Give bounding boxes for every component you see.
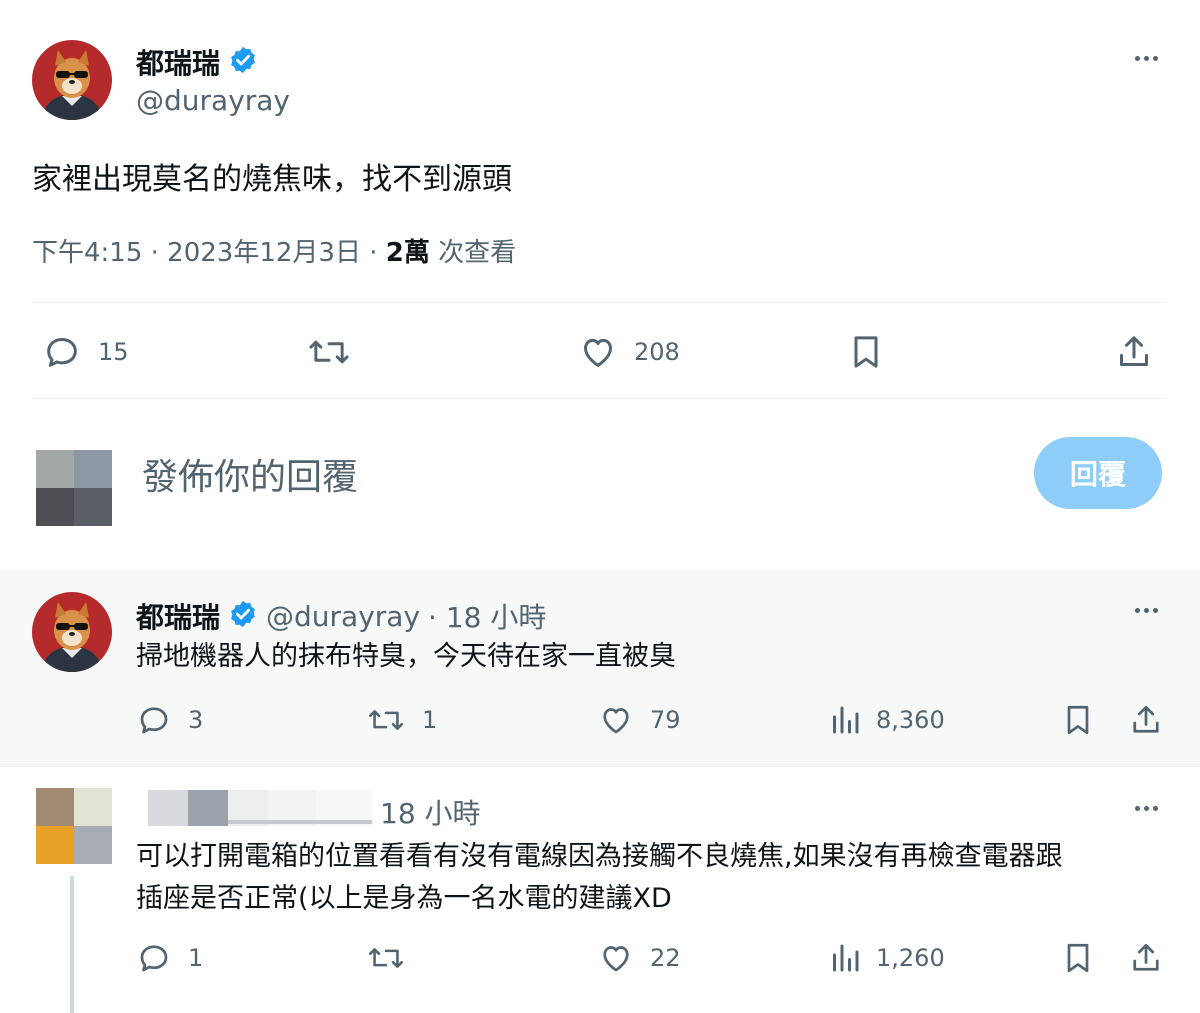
- reply-submit-button[interactable]: 回覆: [1034, 437, 1162, 509]
- reply-icon: [136, 940, 172, 976]
- like-count: 208: [634, 338, 680, 366]
- reply-text: 掃地機器人的抹布特臭，今天待在家一直被臭: [136, 641, 676, 672]
- author-name[interactable]: 都瑞瑞: [136, 42, 220, 82]
- retweet-button[interactable]: [306, 332, 352, 372]
- divider: [32, 302, 1166, 303]
- share-button[interactable]: [1128, 702, 1164, 738]
- author-name[interactable]: 都瑞瑞: [136, 596, 220, 636]
- views-button[interactable]: 8,360: [830, 702, 945, 738]
- reply-icon: [136, 702, 172, 738]
- reply-button[interactable]: 15: [42, 332, 129, 372]
- views-label: 次查看: [429, 238, 517, 268]
- reply-text: 可以打開電箱的位置看看有沒有電線因為接觸不良燒焦,如果沒有再檢查電器跟 插座是否…: [136, 836, 1176, 920]
- retweet-count: 1: [422, 706, 438, 734]
- reply-icon: [42, 332, 82, 372]
- bookmark-button[interactable]: [846, 332, 886, 372]
- share-icon: [1114, 332, 1154, 372]
- tweet-meta: 下午4:15 · 2023年12月3日 · 2萬 次查看: [32, 232, 516, 269]
- divider: [32, 398, 1166, 399]
- divider: [0, 766, 1200, 767]
- reply-count: 3: [188, 706, 204, 734]
- share-icon: [1128, 702, 1164, 738]
- tweet-timestamp[interactable]: 下午4:15 · 2023年12月3日 ·: [32, 238, 386, 268]
- verified-badge-icon: [228, 45, 258, 79]
- author-avatar[interactable]: [32, 592, 112, 672]
- reply-button[interactable]: 1: [136, 940, 203, 976]
- heart-icon: [578, 332, 618, 372]
- reply-timestamp[interactable]: 18 小時: [380, 792, 481, 832]
- retweet-icon: [306, 332, 352, 372]
- like-count: 22: [650, 944, 681, 972]
- verified-badge-icon: [228, 599, 258, 633]
- heart-icon: [598, 702, 634, 738]
- retweet-icon: [366, 940, 406, 976]
- author-handle[interactable]: @durayray: [136, 84, 290, 117]
- reply-count: 1: [188, 944, 204, 972]
- reply-timestamp[interactable]: · 18 小時: [428, 596, 546, 636]
- share-button[interactable]: [1114, 332, 1154, 372]
- reply-text-line-1: 可以打開電箱的位置看看有沒有電線因為接觸不良燒焦,如果沒有再檢查電器跟: [136, 841, 1063, 872]
- author-avatar[interactable]: [32, 40, 112, 120]
- share-icon: [1128, 940, 1164, 976]
- retweet-button[interactable]: [366, 940, 406, 976]
- views-button[interactable]: 1,260: [830, 940, 945, 976]
- tweet-text: 家裡出現莫名的燒焦味，找不到源頭: [32, 162, 512, 197]
- like-button[interactable]: 79: [598, 702, 681, 738]
- bookmark-button[interactable]: [1060, 702, 1096, 738]
- more-options-icon[interactable]: [1126, 48, 1166, 68]
- author-handle[interactable]: @durayray: [266, 600, 420, 633]
- user-avatar: [36, 450, 112, 526]
- views-count: 1,260: [876, 944, 945, 972]
- views-count: 2萬: [385, 238, 430, 268]
- like-count: 79: [650, 706, 681, 734]
- heart-icon: [598, 940, 634, 976]
- bookmark-icon: [1060, 702, 1096, 738]
- like-button[interactable]: 22: [598, 940, 681, 976]
- reply-count: 15: [98, 338, 129, 366]
- user-avatar[interactable]: [36, 788, 112, 864]
- like-button[interactable]: 208: [578, 332, 680, 372]
- retweet-icon: [366, 702, 406, 738]
- reply-button[interactable]: 3: [136, 702, 203, 738]
- more-options-icon[interactable]: [1126, 798, 1166, 818]
- views-chart-icon: [830, 702, 860, 738]
- reply-compose-input[interactable]: 發佈你的回覆: [142, 448, 358, 500]
- bookmark-button[interactable]: [1060, 940, 1096, 976]
- redacted-author-name: [148, 788, 372, 828]
- reply-text-line-2: 插座是否正常(以上是身為一名水電的建議XD: [136, 883, 672, 914]
- views-chart-icon: [830, 940, 860, 976]
- thread-line: [70, 876, 74, 1013]
- retweet-button[interactable]: 1: [366, 702, 437, 738]
- bookmark-icon: [1060, 940, 1096, 976]
- views-count: 8,360: [876, 706, 945, 734]
- bookmark-icon: [846, 332, 886, 372]
- more-options-icon[interactable]: [1126, 600, 1166, 620]
- share-button[interactable]: [1128, 940, 1164, 976]
